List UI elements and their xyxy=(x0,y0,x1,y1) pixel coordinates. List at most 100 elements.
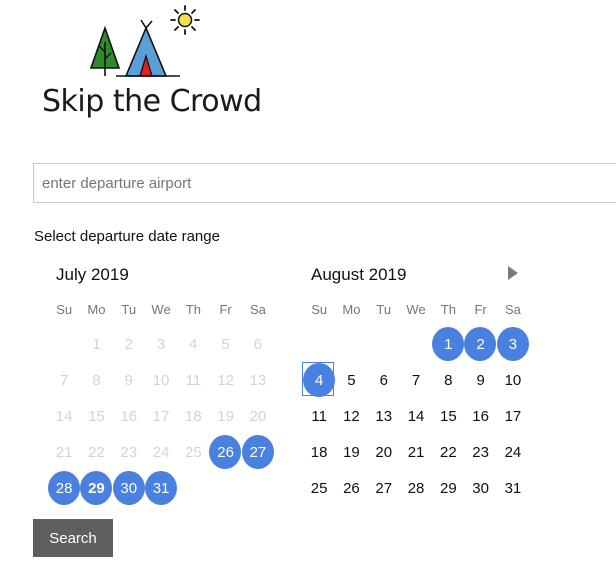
calendar-day[interactable]: 15 xyxy=(432,398,464,434)
calendar-day[interactable]: 2 xyxy=(464,326,497,362)
calendar-empty-cell xyxy=(177,470,209,506)
calendar-day[interactable]: 8 xyxy=(432,362,464,398)
calendar-day[interactable]: 13 xyxy=(368,398,400,434)
day-grid: 1 2 3 4 5 6 7 8 9 10 11 12 13 14 15 16 17 18 19 20 21 22 23 24 2… xyxy=(301,326,530,506)
calendar-week: 11 12 13 14 15 16 17 xyxy=(303,398,529,434)
weekday-label: Sa xyxy=(504,302,521,317)
calendar-day[interactable]: 30 xyxy=(464,470,496,506)
calendar-day[interactable]: 9 xyxy=(464,362,496,398)
calendar-day: 4 xyxy=(189,335,198,353)
weekday-label: Su xyxy=(56,302,73,317)
calendar-day[interactable]: 18 xyxy=(303,434,335,470)
calendar-day[interactable]: 31 xyxy=(497,470,529,506)
departure-airport-input[interactable] xyxy=(33,163,616,203)
calendar-day[interactable]: 26 xyxy=(209,434,242,470)
calendar-day: 10 xyxy=(152,371,170,389)
calendar-day: 18 xyxy=(184,407,202,425)
calendar-day[interactable]: 23 xyxy=(464,434,496,470)
weekday-header: Su Mo Tu We Th Fr Sa xyxy=(48,302,274,317)
calendar-day[interactable]: 5 xyxy=(335,362,367,398)
calendar-day: 15 xyxy=(88,407,105,425)
calendar-day[interactable]: 30 xyxy=(112,470,145,506)
calendar-day: 3 xyxy=(156,335,166,353)
calendar-day[interactable]: 31 xyxy=(144,470,178,506)
next-month-icon[interactable] xyxy=(508,266,518,280)
calendar-day[interactable]: 28 xyxy=(400,470,432,506)
calendar-day: 9 xyxy=(124,371,133,389)
calendar-day: 14 xyxy=(55,407,73,425)
calendar-week: 1 2 3 4 5 6 xyxy=(48,326,274,362)
calendar-day: 5 xyxy=(221,335,230,353)
calendar-day[interactable]: 17 xyxy=(497,398,529,434)
calendar-day[interactable]: 29 xyxy=(432,470,464,506)
weekday-label: We xyxy=(406,302,426,317)
day-grid: 1 2 3 4 5 6 7 8 9 10 11 12 13 14 15 16 17 18 19 20 21 22 23 24 2… xyxy=(48,326,275,506)
calendar-day[interactable]: 4 xyxy=(301,362,336,398)
calendar-empty-cell xyxy=(209,470,241,506)
weekday-label: Th xyxy=(185,302,201,317)
weekday-label: Su xyxy=(311,302,328,317)
calendar-empty-cell xyxy=(242,470,274,506)
calendar-day[interactable]: 1 xyxy=(432,326,465,362)
calendar-day[interactable]: 27 xyxy=(368,470,400,506)
weekday-label: Sa xyxy=(249,302,266,317)
weekday-label: Mo xyxy=(342,302,361,317)
calendar-day: 17 xyxy=(152,407,170,425)
calendar-day[interactable]: 27 xyxy=(241,434,275,470)
calendar-day[interactable]: 12 xyxy=(335,398,367,434)
calendar-day[interactable]: 29 xyxy=(80,470,113,506)
calendar-day: 11 xyxy=(185,371,202,389)
weekday-label: We xyxy=(151,302,171,317)
weekday-label: Mo xyxy=(87,302,106,317)
calendar-day[interactable]: 28 xyxy=(48,470,81,506)
calendar-day: 7 xyxy=(59,371,69,389)
calendar-day: 12 xyxy=(217,371,234,389)
calendar-empty-cell xyxy=(303,326,335,362)
calendar-day: 24 xyxy=(152,443,170,461)
weekday-label: Tu xyxy=(376,302,392,317)
calendar-day[interactable]: 24 xyxy=(497,434,529,470)
calendar-week: 21 22 23 24 25 26 27 xyxy=(48,434,275,470)
calendar-day: 6 xyxy=(253,335,263,353)
search-button[interactable]: Search xyxy=(33,519,113,557)
sun-icon xyxy=(170,5,200,35)
calendar-week: 4 5 6 7 8 9 10 xyxy=(301,362,529,398)
calendar-day[interactable]: 20 xyxy=(368,434,400,470)
calendar-day[interactable]: 22 xyxy=(432,434,464,470)
calendar-day: 13 xyxy=(249,371,267,389)
calendar-day: 23 xyxy=(120,443,138,461)
calendar-day[interactable]: 19 xyxy=(335,434,367,470)
calendar-week: 7 8 9 10 11 12 13 xyxy=(48,362,274,398)
calendar-day[interactable]: 16 xyxy=(464,398,496,434)
calendar-day: 19 xyxy=(217,407,234,425)
calendar-day[interactable]: 26 xyxy=(335,470,367,506)
weekday-header: Su Mo Tu We Th Fr Sa xyxy=(303,302,529,317)
calendar-day[interactable]: 14 xyxy=(400,398,432,434)
calendar-day[interactable]: 10 xyxy=(497,362,529,398)
month-title: July 2019 xyxy=(56,265,129,284)
calendar-week: 18 19 20 21 22 23 24 xyxy=(303,434,529,470)
tree-icon xyxy=(89,25,121,76)
calendar-day[interactable]: 7 xyxy=(400,362,432,398)
calendar-day[interactable]: 6 xyxy=(368,362,400,398)
logo-text: Skip the Crowd xyxy=(42,84,262,119)
calendar-empty-cell xyxy=(48,326,80,362)
calendar-week: 28 29 30 31 xyxy=(48,470,274,506)
calendar-day[interactable]: 21 xyxy=(400,434,432,470)
weekday-label: Th xyxy=(440,302,456,317)
calendar-day[interactable]: 11 xyxy=(303,398,335,434)
calendar-day: 22 xyxy=(88,443,105,461)
calendar-day[interactable]: 3 xyxy=(496,326,530,362)
calendar-day: 2 xyxy=(124,335,133,353)
calendar-day: 8 xyxy=(92,371,101,389)
month-title: August 2019 xyxy=(311,265,407,284)
calendar-week: 25 26 27 28 29 30 31 xyxy=(303,470,529,506)
weekday-label: Fr xyxy=(219,302,232,317)
calendar-day: 21 xyxy=(55,443,73,461)
weekday-label: Tu xyxy=(121,302,137,317)
calendar-week: 123 xyxy=(303,326,530,362)
calendar-week: 14 15 16 17 18 19 20 xyxy=(48,398,274,434)
calendar-empty-cell xyxy=(368,326,400,362)
calendar-day[interactable]: 25 xyxy=(303,470,335,506)
calendar-day: 25 xyxy=(184,443,202,461)
